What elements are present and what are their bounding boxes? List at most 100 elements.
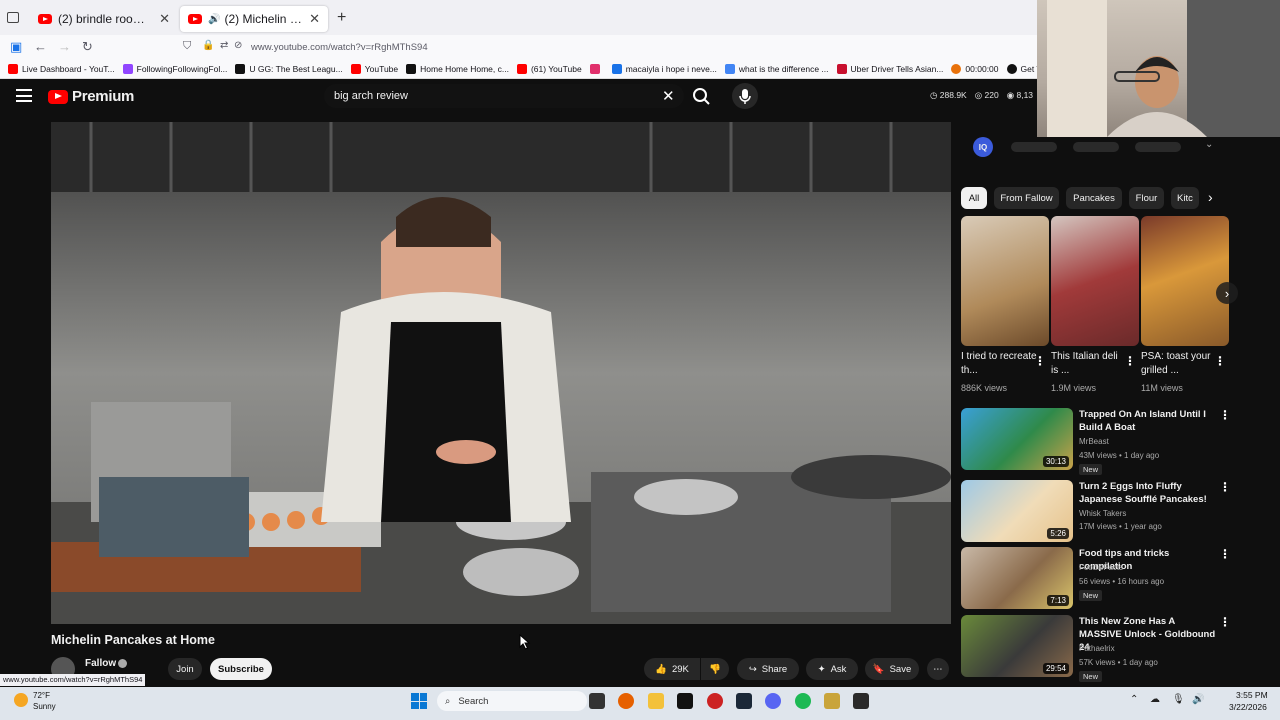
video-duration: 7:13: [1047, 595, 1069, 606]
app-icon[interactable]: [853, 693, 869, 709]
chip-flour[interactable]: Flour: [1129, 187, 1164, 209]
sidebar-toggle-icon[interactable]: ▣: [10, 39, 22, 55]
video-thumbnail[interactable]: 7:13: [961, 547, 1073, 609]
chip-all[interactable]: All: [961, 187, 987, 209]
search-icon[interactable]: [690, 86, 712, 106]
volume-icon[interactable]: 🔊: [1192, 694, 1204, 705]
webcam-feed: [1047, 0, 1280, 137]
channel-name[interactable]: FoodieFacts: [1079, 563, 1123, 572]
capcut-icon[interactable]: [677, 693, 693, 709]
short-thumbnail[interactable]: [1141, 216, 1229, 346]
reload-icon[interactable]: ↻: [82, 39, 93, 55]
chevron-right-icon[interactable]: ›: [1208, 189, 1213, 205]
speaker-icon[interactable]: 🔊: [208, 14, 220, 25]
x-icon: [406, 63, 417, 74]
taskbar-search[interactable]: ⌕ Search: [437, 691, 587, 711]
video-title[interactable]: Turn 2 Eggs Into Fluffy Japanese Soufflé…: [1079, 480, 1219, 506]
microphone-icon[interactable]: 🎙: [1172, 694, 1185, 705]
short-thumbnail[interactable]: [961, 216, 1049, 346]
save-button[interactable]: 🔖 Save: [865, 658, 919, 680]
join-button[interactable]: Join: [168, 658, 202, 680]
bookmark-item[interactable]: YouTube: [350, 63, 398, 74]
clock-date[interactable]: 3/22/2026: [1229, 702, 1267, 712]
video-meta: 57K views • 1 day ago: [1079, 658, 1158, 667]
firefox-icon[interactable]: [618, 693, 634, 709]
video-thumbnail[interactable]: 30:13: [961, 408, 1073, 470]
stat-item: ◷ 288.9K: [930, 90, 967, 100]
network-icon[interactable]: ☁: [1150, 694, 1160, 705]
ask-button[interactable]: ✦ Ask: [806, 658, 858, 680]
bookmark-item[interactable]: Home Home Home, c...: [406, 63, 509, 74]
shorts-next-button[interactable]: ›: [1216, 282, 1238, 304]
bookmark-item[interactable]: [589, 63, 604, 74]
menu-icon[interactable]: [16, 89, 32, 102]
dislike-button[interactable]: 👎: [701, 658, 729, 680]
short-views: 1.9M views: [1051, 383, 1097, 393]
video-meta: 56 views • 16 hours ago: [1079, 577, 1165, 586]
youtube-icon: [350, 63, 361, 74]
file-explorer-icon[interactable]: [648, 693, 664, 709]
forward-icon[interactable]: →: [58, 39, 71, 54]
subscribe-button[interactable]: Subscribe: [210, 658, 272, 680]
channel-name[interactable]: Pathaelrix: [1079, 644, 1115, 653]
bookmark-item[interactable]: what is the difference ...: [724, 63, 829, 74]
back-icon[interactable]: ←: [34, 39, 47, 54]
weather-icon[interactable]: [14, 693, 28, 707]
video-thumbnail[interactable]: 5:26: [961, 480, 1073, 542]
search-input[interactable]: big arch review: [324, 84, 684, 108]
video-player[interactable]: [51, 122, 951, 624]
chip-pancakes[interactable]: Pancakes: [1066, 187, 1122, 209]
bookmark-item[interactable]: Live Dashboard - YouT...: [8, 63, 115, 74]
channel-name[interactable]: Fallow: [85, 658, 116, 669]
chevron-down-icon[interactable]: ⌄: [1205, 139, 1213, 150]
youtube-premium-logo[interactable]: Premium: [48, 88, 134, 105]
more-options-icon[interactable]: ⋮: [1219, 615, 1231, 629]
more-options-icon[interactable]: ⋮: [1219, 480, 1231, 494]
close-tab-icon[interactable]: ✕: [159, 11, 170, 27]
new-badge: New: [1079, 671, 1103, 682]
tab-list-icon[interactable]: [7, 12, 19, 23]
ai-badge[interactable]: IQ: [973, 137, 993, 157]
more-actions-button[interactable]: ⋯: [927, 658, 949, 680]
short-thumbnail[interactable]: [1051, 216, 1139, 346]
clear-search-icon[interactable]: ✕: [662, 87, 675, 105]
spotify-icon[interactable]: [795, 693, 811, 709]
start-icon[interactable]: [411, 693, 427, 709]
steam-icon[interactable]: [736, 693, 752, 709]
browser-tab-active[interactable]: 🔊 (2) Michelin Pancakes at Ho ✕: [180, 6, 328, 32]
url-field[interactable]: www.youtube.com/watch?v=rRghMThS94: [176, 37, 1036, 57]
voice-search-button[interactable]: [732, 83, 758, 109]
video-title[interactable]: Trapped On An Island Until I Build A Boa…: [1079, 408, 1219, 434]
bookmark-item[interactable]: FollowingFollowingFol...: [122, 63, 227, 74]
channel-name[interactable]: MrBeast: [1079, 437, 1109, 446]
more-options-icon[interactable]: ⋮: [1124, 354, 1136, 368]
bookmark-item[interactable]: Uber Driver Tells Asian...: [836, 63, 943, 74]
more-options-icon[interactable]: ⋮: [1219, 547, 1231, 561]
app-icon[interactable]: [707, 693, 723, 709]
short-title[interactable]: PSA: toast your grilled ...: [1141, 350, 1217, 378]
short-title[interactable]: I tried to recreate th...: [961, 350, 1037, 378]
clock-time[interactable]: 3:55 PM: [1236, 690, 1268, 700]
close-tab-icon[interactable]: ✕: [309, 11, 320, 27]
like-button[interactable]: 👍 29K: [644, 658, 700, 680]
new-tab-button[interactable]: +: [337, 9, 346, 27]
task-view-icon[interactable]: [589, 693, 605, 709]
browser-tab[interactable]: (2) brindle room burger - YouTu ✕: [30, 6, 178, 32]
bookmark-item[interactable]: macaiyla i hope i neve...: [611, 63, 717, 74]
bookmark-item[interactable]: U GG: The Best Leagu...: [235, 63, 343, 74]
bookmark-item[interactable]: (61) YouTube: [516, 63, 582, 74]
bookmark-item[interactable]: Get The F--- Out Of M: [1006, 63, 1040, 74]
tray-chevron-icon[interactable]: ⌃: [1130, 694, 1138, 705]
channel-name[interactable]: Whisk Takers: [1079, 509, 1126, 518]
more-options-icon[interactable]: ⋮: [1214, 354, 1226, 368]
short-title[interactable]: This Italian deli is ...: [1051, 350, 1127, 378]
more-options-icon[interactable]: ⋮: [1219, 408, 1231, 422]
video-thumbnail[interactable]: 29:54: [961, 615, 1073, 677]
app-icon[interactable]: [824, 693, 840, 709]
bookmark-item[interactable]: 00:00:00: [951, 63, 999, 74]
discord-icon[interactable]: [765, 693, 781, 709]
chip-from-channel[interactable]: From Fallow: [994, 187, 1059, 209]
share-button[interactable]: ↪ Share: [737, 658, 799, 680]
chip-kitchen[interactable]: Kitc: [1171, 187, 1199, 209]
more-options-icon[interactable]: ⋮: [1034, 354, 1046, 368]
